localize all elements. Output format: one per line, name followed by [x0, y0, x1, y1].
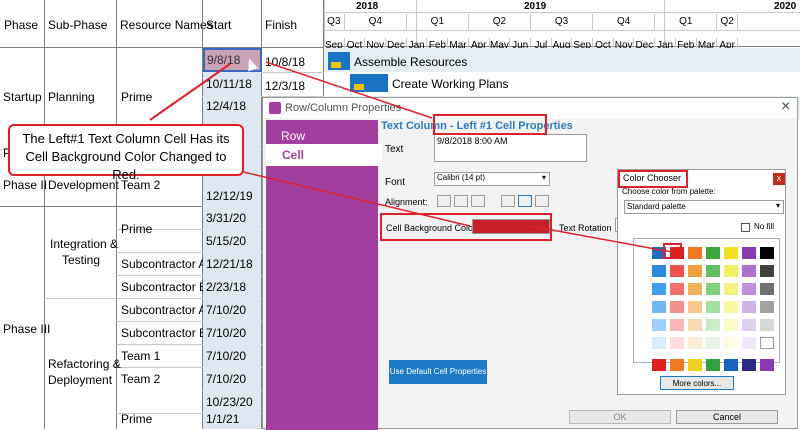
callout-text: The Left#1 Text Column Cell Has its Cell…	[22, 131, 230, 182]
section-title-highlight	[433, 114, 547, 135]
arrow-to-bg-color	[234, 169, 471, 227]
arrow-to-start-cell	[149, 63, 231, 121]
annotation-arrows	[149, 61, 673, 253]
callout-box: The Left#1 Text Column Cell Has its Cell…	[8, 124, 244, 182]
arrow-to-palette-red	[529, 225, 673, 253]
palette-red-highlight	[663, 243, 682, 259]
arrow-to-section-title	[265, 61, 433, 119]
